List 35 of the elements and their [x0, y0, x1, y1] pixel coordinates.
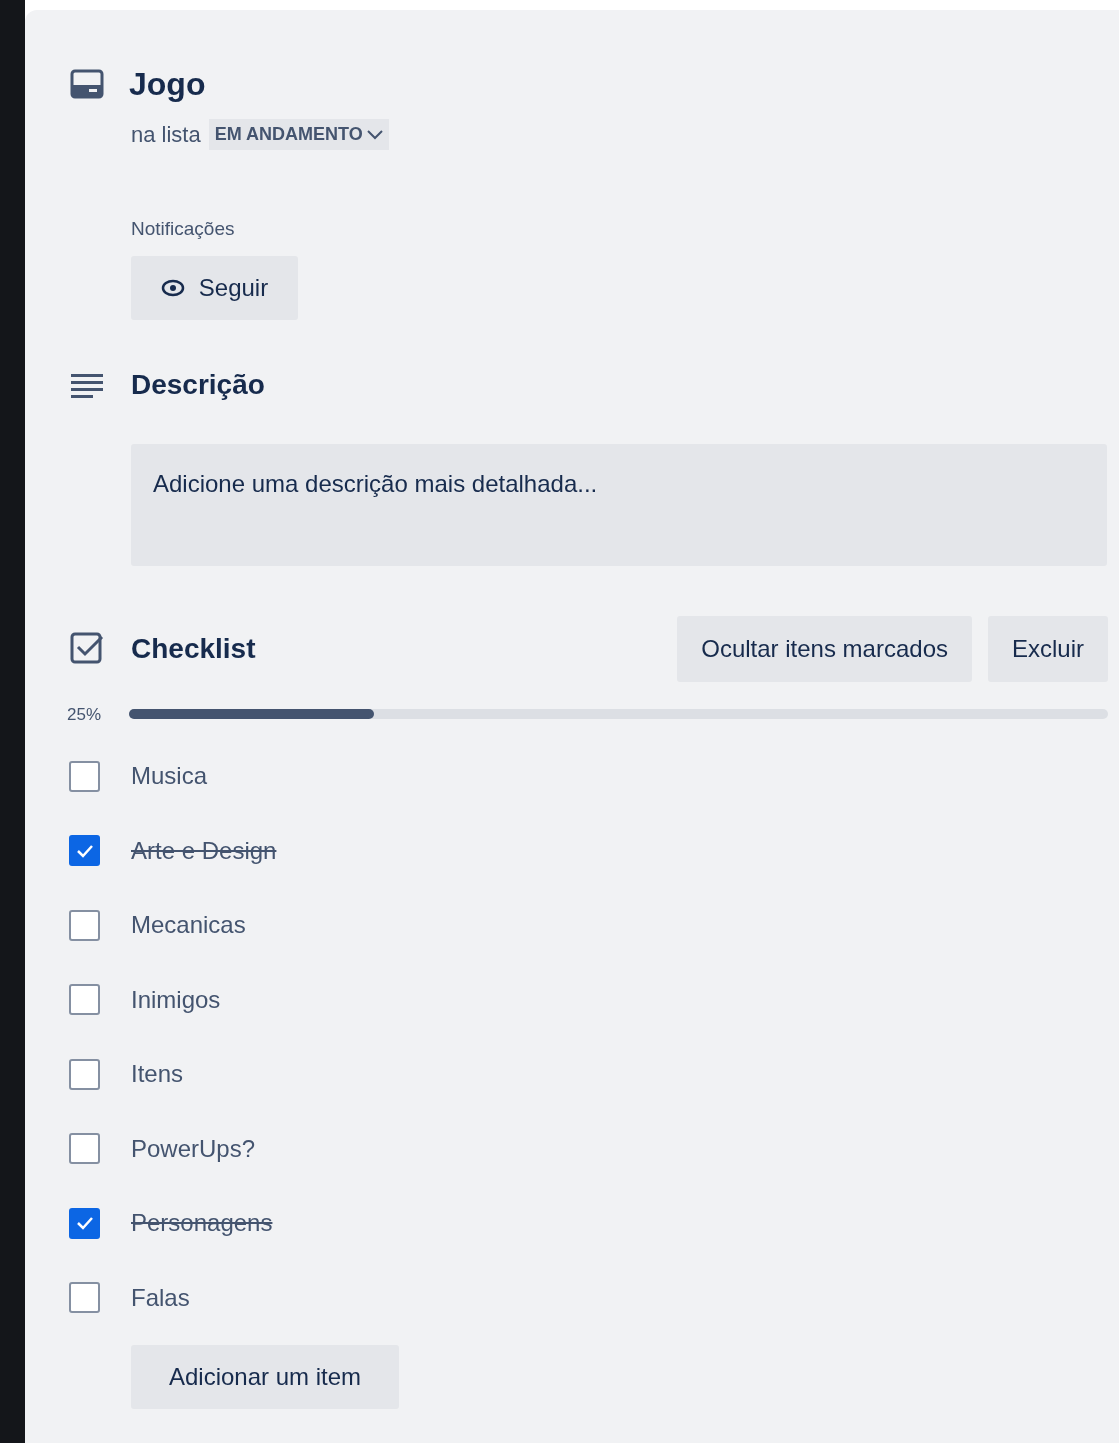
checklist-item: Personagens [131, 1208, 273, 1239]
list-label: na lista [131, 121, 201, 149]
checkbox[interactable] [69, 984, 100, 1016]
checklist-item: Arte e Design [131, 835, 277, 866]
checklist-button[interactable]: Ocultar itens marcados [677, 615, 972, 682]
description-heading: Descrição [131, 367, 265, 402]
checkbox[interactable] [69, 1207, 100, 1239]
description-icon [69, 371, 105, 398]
list-dropdown[interactable]: EM ANDAMENTO [208, 119, 389, 150]
caret-icon [366, 129, 383, 140]
check-icon [75, 1216, 94, 1231]
checklist-item: Falas [131, 1282, 190, 1313]
progress-percent: 25% [67, 703, 103, 726]
checkbox[interactable] [69, 1282, 100, 1314]
checklist-item: PowerUps? [131, 1133, 256, 1164]
checklist-title: Checklist [131, 631, 257, 666]
checkbox[interactable] [69, 835, 100, 867]
description-field[interactable]: Adicione uma descrição mais detalhada... [131, 443, 1107, 566]
follow-button[interactable]: Seguir [131, 255, 298, 320]
notifications-label: Notificações [131, 217, 236, 241]
checklist-item: Musica [131, 761, 208, 792]
checklist-item: Inimigos [131, 984, 221, 1015]
checkbox[interactable] [69, 1133, 100, 1165]
checklist-item: Mecanicas [131, 910, 246, 941]
checkbox[interactable] [69, 760, 100, 792]
checklist-item: Itens [131, 1059, 184, 1090]
add-item-button[interactable]: Adicionar um item [131, 1345, 399, 1409]
checklist-button[interactable]: Excluir [988, 615, 1108, 682]
checkbox[interactable] [69, 909, 100, 941]
card-icon [69, 68, 105, 100]
checkbox-icon [69, 630, 105, 667]
check-icon [75, 843, 94, 858]
card-title: Jogo [129, 65, 206, 104]
checkbox[interactable] [69, 1058, 100, 1090]
eye-icon [160, 277, 185, 298]
